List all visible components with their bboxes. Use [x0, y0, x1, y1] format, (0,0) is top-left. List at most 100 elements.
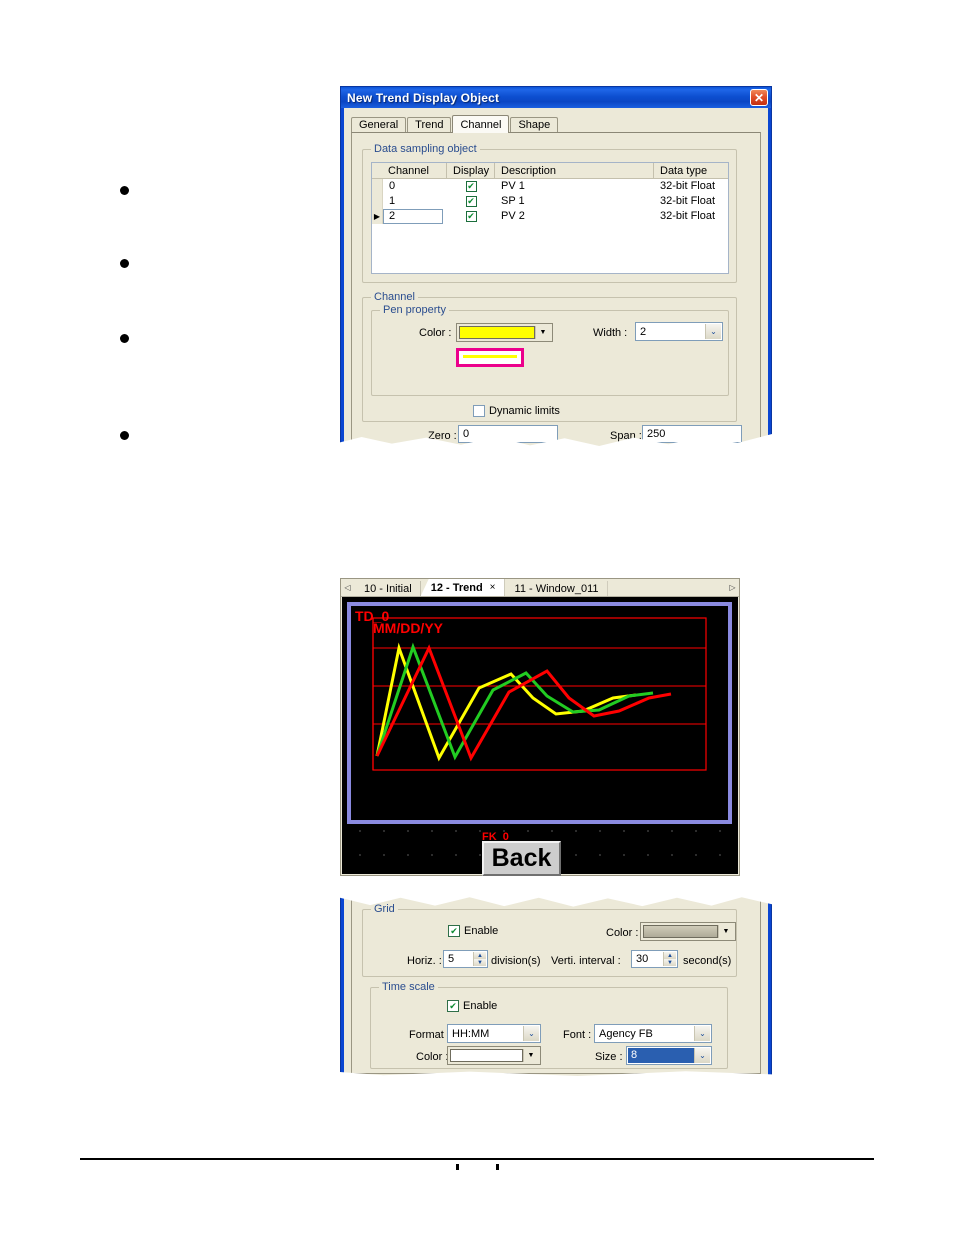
tab-trend[interactable]: Trend [407, 117, 452, 132]
time-scale-font-combo[interactable]: Agency FB ⌄ [594, 1024, 712, 1043]
time-scale-size-combo[interactable]: 8 ⌄ [626, 1046, 712, 1065]
pen-preview-line [463, 355, 517, 358]
tab-general[interactable]: General [351, 117, 407, 132]
editor-tab-trend[interactable]: 12 - Trend × [420, 579, 505, 596]
grid-verti-spinner[interactable]: 30 ▲ ▼ [631, 950, 678, 968]
time-scale-group: Time scale ✔ Enable Format : HH:MM ⌄ Fon… [370, 981, 728, 1069]
dialog-tabstrip: General Trend Channel Shape [351, 115, 559, 133]
chevron-down-icon[interactable]: ⌄ [705, 324, 721, 339]
panel-right-frame [768, 890, 771, 1082]
dialog-titlebar[interactable]: New Trend Display Object ✕ [340, 86, 772, 108]
table-row[interactable]: 1 ✔ SP 1 32-bit Float [372, 193, 728, 209]
pen-color-label: Color : [419, 327, 452, 339]
time-scale-font-label: Font : [563, 1029, 592, 1041]
footer-mark-left [456, 1164, 459, 1170]
spinner-up-icon[interactable]: ▲ [473, 952, 486, 959]
table-row-selected[interactable]: ▶ 2 ✔ PV 2 32-bit Float [372, 208, 728, 224]
back-button[interactable]: Back [482, 841, 561, 876]
spinner-buttons[interactable]: ▲ ▼ [663, 952, 676, 966]
back-button-group[interactable]: FK_0 Back [480, 831, 562, 876]
close-icon[interactable]: × [490, 582, 496, 593]
display-checkbox-icon[interactable]: ✔ [465, 180, 477, 192]
cell-data-type[interactable]: 32-bit Float [654, 194, 728, 209]
channel-group-label: Channel [371, 291, 418, 303]
cell-description[interactable]: SP 1 [495, 194, 654, 209]
chevron-right-icon[interactable]: ▷ [726, 579, 739, 596]
grid-color-combo[interactable]: ▼ [640, 922, 736, 941]
cell-data-type[interactable]: 32-bit Float [654, 209, 728, 224]
column-header-data-type[interactable]: Data type [654, 163, 728, 178]
column-header-channel[interactable]: Channel [372, 163, 447, 178]
cell-description[interactable]: PV 1 [495, 179, 654, 194]
zero-input[interactable]: 0 [458, 425, 558, 443]
chevron-down-icon[interactable]: ▼ [523, 1049, 538, 1062]
table-row[interactable]: 0 ✔ PV 1 32-bit Float [372, 178, 728, 194]
pen-preview-box [456, 348, 524, 367]
grid-enable-label: Enable [464, 925, 499, 937]
spinner-up-icon[interactable]: ▲ [663, 952, 676, 959]
display-checkbox-icon[interactable]: ✔ [465, 195, 477, 207]
close-icon[interactable]: ✕ [750, 89, 768, 106]
spinner-buttons[interactable]: ▲ ▼ [473, 952, 486, 966]
cell-channel-editor[interactable]: 2 [383, 208, 443, 224]
pen-width-value: 2 [640, 325, 647, 338]
column-header-display[interactable]: Display [447, 163, 495, 178]
pen-width-combo[interactable]: 2 ⌄ [635, 322, 723, 341]
cell-display[interactable]: ✔ [447, 194, 495, 209]
time-scale-font-value: Agency FB [599, 1027, 653, 1040]
editor-canvas[interactable]: TD_0 MM/DD/YY FK_0 Back [342, 597, 738, 876]
grid-enable-checkbox[interactable]: ✔ Enable [448, 925, 498, 937]
chevron-down-icon[interactable]: ▼ [718, 925, 733, 938]
cell-channel[interactable]: 2 [383, 208, 447, 224]
cell-data-type[interactable]: 32-bit Float [654, 179, 728, 194]
grid-color-label: Color : [606, 927, 639, 939]
chevron-down-icon[interactable]: ⌄ [523, 1026, 539, 1041]
grid-horiz-unit: division(s) [491, 955, 541, 967]
dynamic-limits-checkbox[interactable]: Dynamic limits [473, 405, 560, 417]
trend-editor-window: ◁ 10 - Initial 12 - Trend × 11 - Window_… [340, 578, 740, 876]
pen-color-swatch [459, 326, 535, 339]
time-scale-color-swatch [450, 1049, 523, 1062]
spinner-down-icon[interactable]: ▼ [663, 959, 676, 966]
pen-width-label: Width : [593, 327, 628, 339]
list-item-bullet-1 [120, 186, 129, 195]
spinner-down-icon[interactable]: ▼ [473, 959, 486, 966]
span-input[interactable]: 250 [642, 425, 742, 443]
cell-display[interactable]: ✔ [447, 209, 495, 224]
channel-table[interactable]: Channel Display Description Data type 0 … [371, 162, 729, 274]
time-scale-format-combo[interactable]: HH:MM ⌄ [447, 1024, 541, 1043]
time-scale-size-label: Size : [595, 1051, 623, 1063]
list-item-bullet-3 [120, 334, 129, 343]
column-header-description[interactable]: Description [495, 163, 654, 178]
chevron-left-icon[interactable]: ◁ [341, 579, 354, 596]
chevron-down-icon[interactable]: ⌄ [694, 1026, 710, 1041]
pen-color-combo[interactable]: ▼ [456, 323, 553, 342]
editor-tab-label: 12 - Trend [430, 581, 483, 594]
tab-channel[interactable]: Channel [452, 115, 510, 133]
grid-color-swatch [643, 925, 718, 938]
grid-horiz-value: 5 [448, 953, 455, 965]
footer-mark-right [496, 1164, 499, 1170]
time-scale-format-value: HH:MM [452, 1027, 490, 1040]
cell-description[interactable]: PV 2 [495, 209, 654, 224]
trend-display-object[interactable]: TD_0 MM/DD/YY [347, 602, 732, 824]
time-scale-enable-checkbox[interactable]: ✔ Enable [447, 1000, 497, 1012]
chevron-down-icon[interactable]: ▼ [535, 326, 550, 339]
cell-channel[interactable]: 0 [383, 179, 447, 194]
time-scale-format-label: Format : [409, 1029, 450, 1041]
editor-tab-initial[interactable]: 10 - Initial [354, 581, 421, 596]
cell-channel[interactable]: 1 [383, 194, 447, 209]
display-checkbox-icon[interactable]: ✔ [465, 210, 477, 222]
tab-shape[interactable]: Shape [510, 117, 559, 132]
editor-tab-window-011[interactable]: 11 - Window_011 [504, 581, 608, 596]
time-scale-color-combo[interactable]: ▼ [447, 1046, 541, 1065]
chevron-down-icon[interactable]: ⌄ [694, 1048, 710, 1063]
cell-display[interactable]: ✔ [447, 179, 495, 194]
editor-tabbar: ◁ 10 - Initial 12 - Trend × 11 - Window_… [341, 579, 739, 597]
zero-label: Zero : [428, 430, 457, 442]
data-sampling-object-group: Data sampling object Channel Display Des… [362, 143, 737, 283]
grid-horiz-spinner[interactable]: 5 ▲ ▼ [443, 950, 488, 968]
dialog-left-frame [341, 108, 344, 463]
row-marker [372, 193, 383, 209]
data-sampling-object-label: Data sampling object [371, 143, 480, 155]
